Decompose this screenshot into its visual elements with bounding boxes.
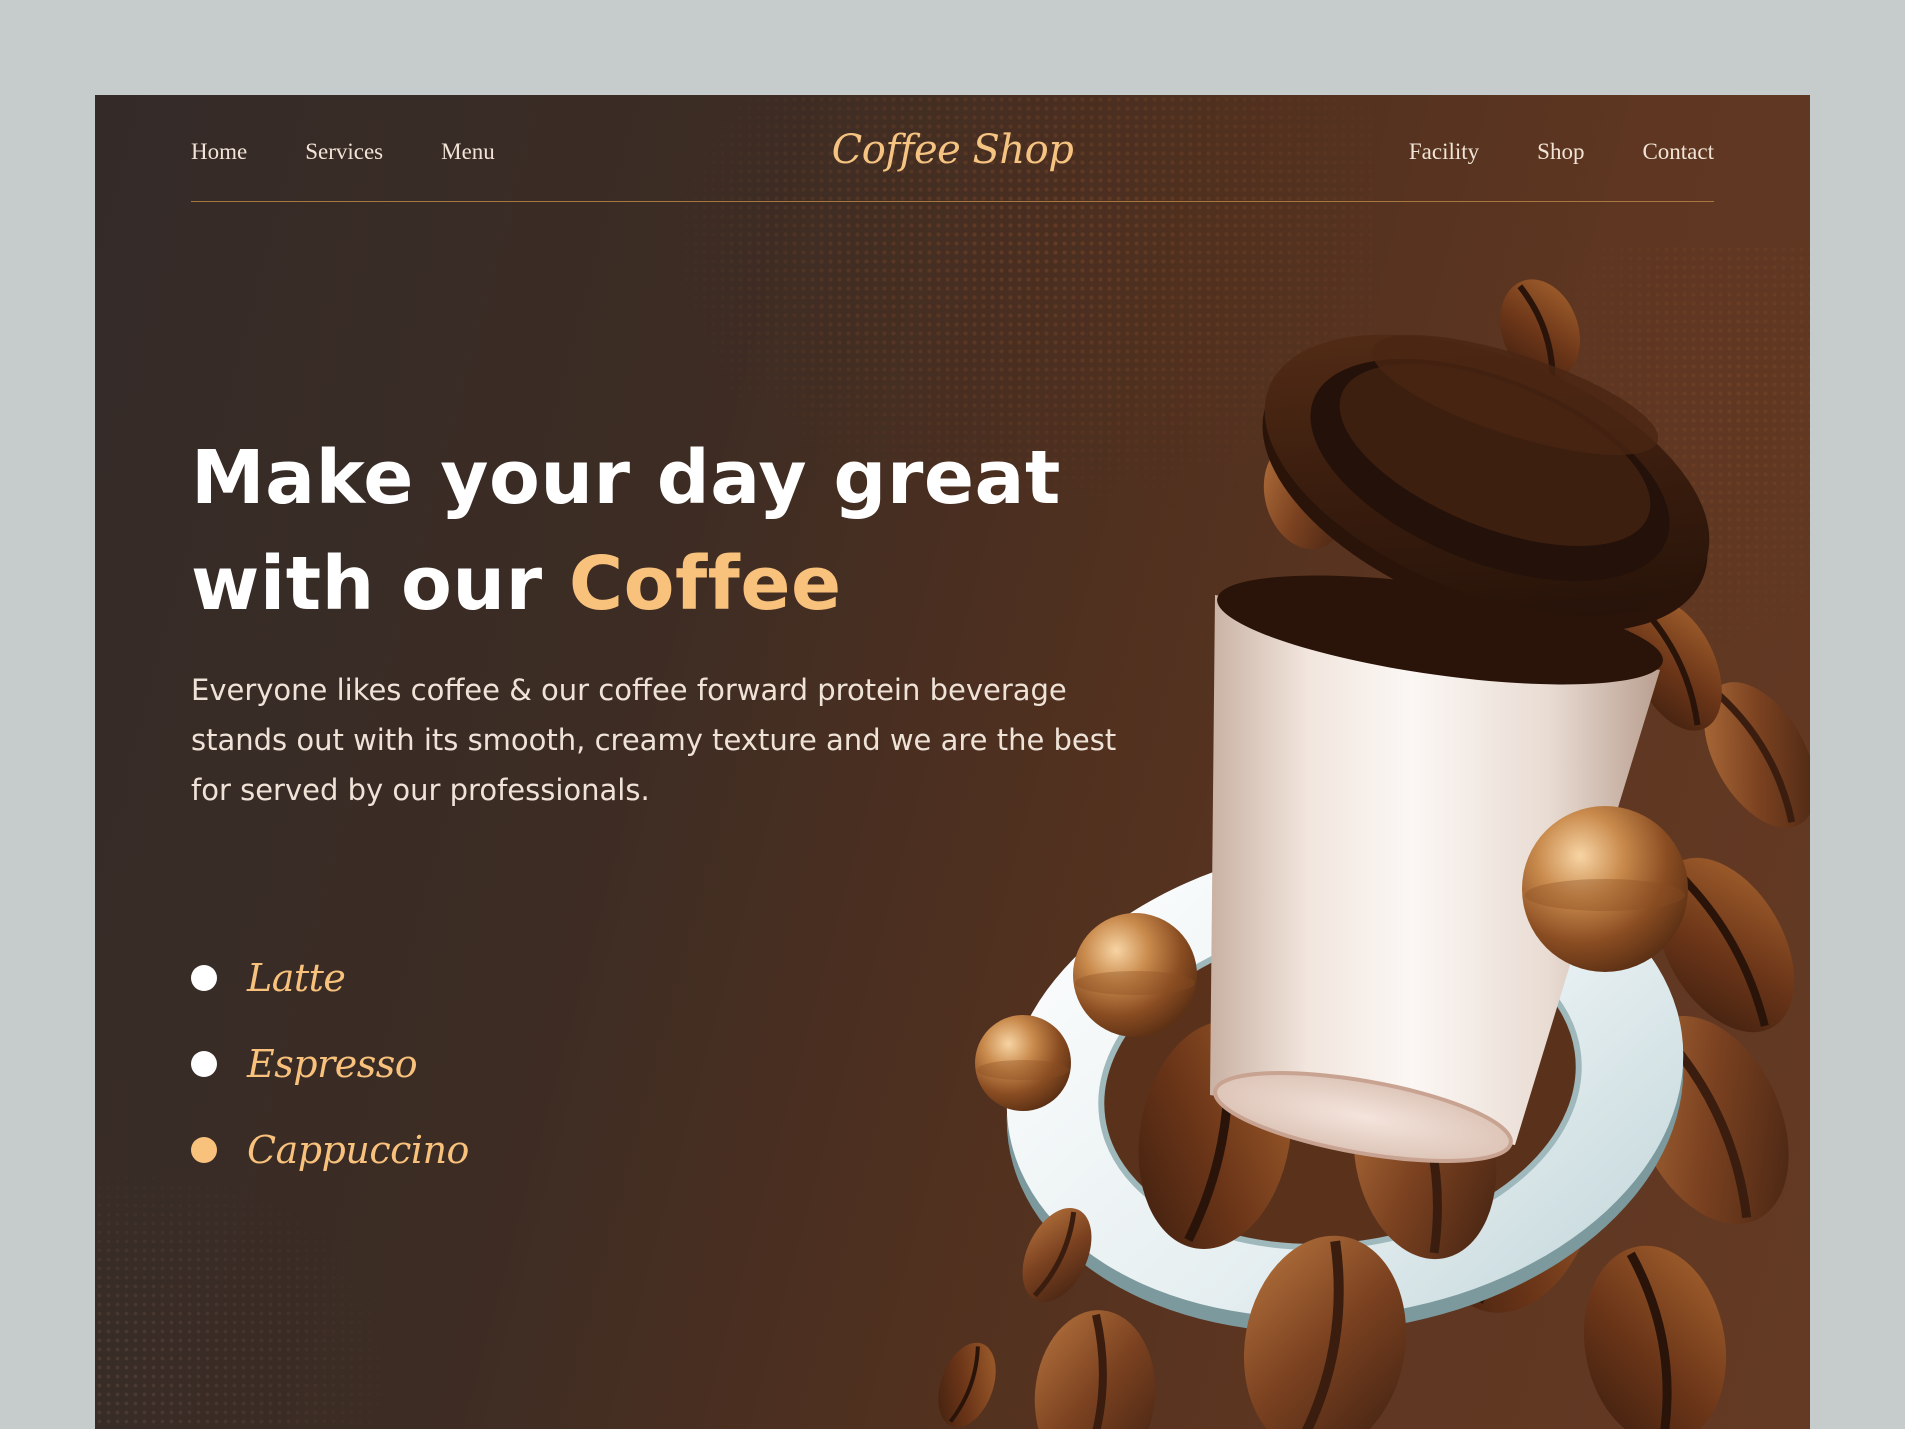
hero-frame: Home Services Menu Coffee Shop Facility … bbox=[95, 95, 1810, 1429]
headline-line-1: Make your day great bbox=[191, 435, 1061, 521]
caramel-balls bbox=[975, 806, 1688, 1111]
coffee-beans-front bbox=[938, 1207, 1727, 1429]
brand-logo[interactable]: Coffee Shop bbox=[832, 127, 1074, 173]
nav-link-services[interactable]: Services bbox=[305, 139, 383, 165]
bullet-icon bbox=[191, 1051, 217, 1077]
bullet-icon-active bbox=[191, 1137, 217, 1163]
top-navigation: Home Services Menu Coffee Shop Facility … bbox=[191, 95, 1714, 203]
menu-item-espresso[interactable]: Espresso bbox=[191, 1021, 469, 1107]
saucer-ring bbox=[1006, 842, 1684, 1333]
menu-item-latte[interactable]: Latte bbox=[191, 935, 469, 1021]
nav-link-menu[interactable]: Menu bbox=[441, 139, 495, 165]
halftone-pattern bbox=[95, 1165, 395, 1429]
halftone-pattern bbox=[1545, 245, 1810, 665]
nav-link-shop[interactable]: Shop bbox=[1537, 139, 1584, 165]
nav-link-contact[interactable]: Contact bbox=[1642, 139, 1714, 165]
headline-line-2: with our bbox=[191, 541, 569, 627]
menu-item-label: Espresso bbox=[247, 1042, 418, 1086]
hero-headline: Make your day great with our Coffee bbox=[191, 425, 1091, 637]
hero-description: Everyone likes coffee & our coffee forwa… bbox=[191, 673, 1117, 807]
menu-item-label: Latte bbox=[247, 956, 346, 1000]
menu-item-label: Cappuccino bbox=[247, 1128, 469, 1172]
nav-link-facility[interactable]: Facility bbox=[1409, 139, 1479, 165]
menu-item-cappuccino[interactable]: Cappuccino bbox=[191, 1107, 469, 1193]
bullet-icon bbox=[191, 965, 217, 991]
nav-right-group: Facility Shop Contact bbox=[1409, 139, 1714, 165]
nav-divider bbox=[191, 201, 1714, 202]
headline-accent: Coffee bbox=[568, 541, 842, 627]
nav-left-group: Home Services Menu bbox=[191, 139, 495, 165]
coffee-menu-list: Latte Espresso Cappuccino bbox=[191, 935, 469, 1193]
coffee-beans-inside bbox=[1138, 1021, 1497, 1260]
nav-link-home[interactable]: Home bbox=[191, 139, 247, 165]
